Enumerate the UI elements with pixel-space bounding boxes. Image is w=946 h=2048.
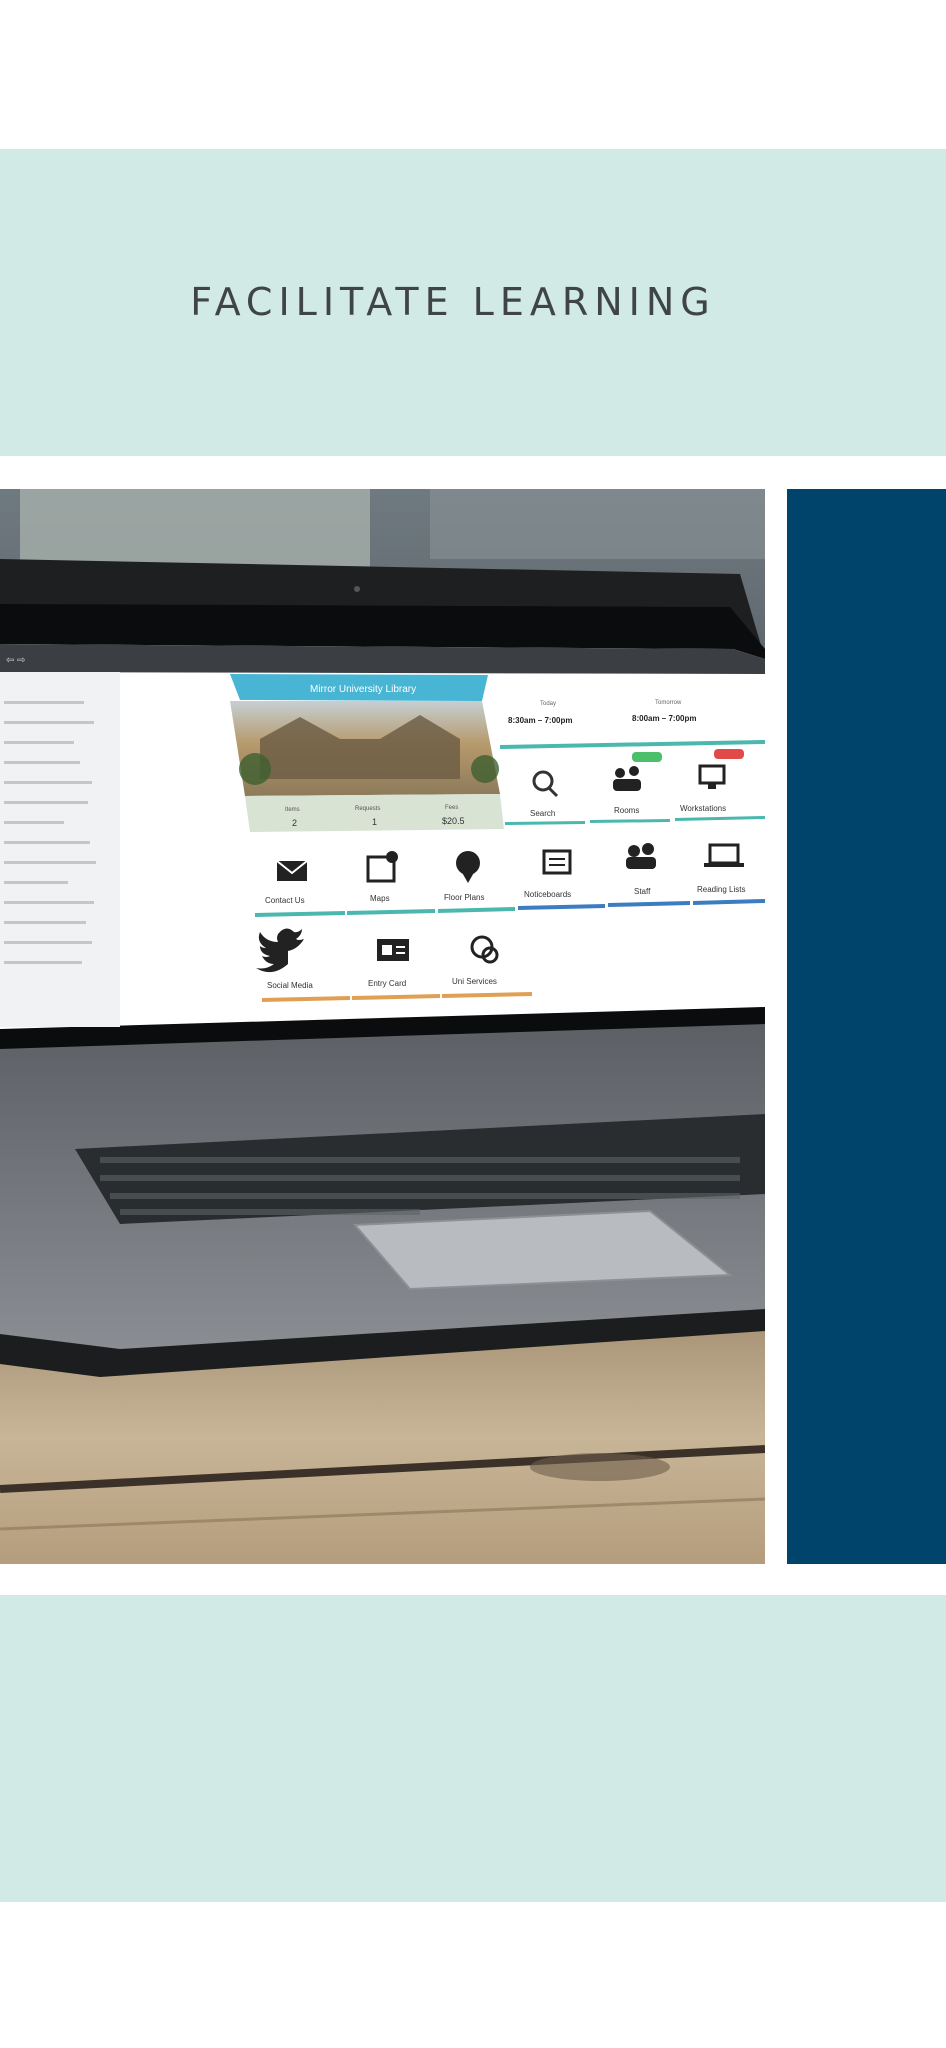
svg-text:Search: Search xyxy=(530,809,555,818)
svg-text:Contact Us: Contact Us xyxy=(265,896,305,905)
laptop-photo-illustration: ⇦ ⇨ Mirror University Library Items 2 Re… xyxy=(0,489,765,1564)
stat-items-value: 2 xyxy=(292,818,297,828)
svg-text:Floor Plans: Floor Plans xyxy=(444,893,484,902)
svg-text:Rooms: Rooms xyxy=(614,806,639,815)
svg-text:Staff: Staff xyxy=(634,887,651,896)
page: FACILITATE LEARNING ⇦ ⇨ Mirror Universit… xyxy=(0,0,946,2048)
stat-fees-value: $20.5 xyxy=(442,816,465,826)
hours-today-label: Today xyxy=(540,701,556,707)
headline: FACILITATE LEARNING xyxy=(190,280,716,324)
svg-text:Workstations: Workstations xyxy=(680,804,726,813)
laptop-photo: ⇦ ⇨ Mirror University Library Items 2 Re… xyxy=(0,489,765,1564)
svg-text:Social Media: Social Media xyxy=(267,981,313,990)
svg-text:Uni Services: Uni Services xyxy=(452,977,497,986)
stat-requests-value: 1 xyxy=(372,817,377,827)
blue-side-panel xyxy=(787,489,946,1564)
svg-text:Maps: Maps xyxy=(370,894,390,903)
svg-text:⇦ ⇨: ⇦ ⇨ xyxy=(6,655,26,666)
stat-items-label: Items xyxy=(285,807,300,813)
app-banner-title: Mirror University Library xyxy=(310,684,416,695)
stat-fees-label: Fees xyxy=(445,805,458,811)
svg-text:Noticeboards: Noticeboards xyxy=(524,890,571,899)
hours-today-value: 8:30am – 7:00pm xyxy=(508,716,572,725)
svg-text:Reading Lists: Reading Lists xyxy=(697,885,745,894)
hours-tomorrow-label: Tomorrow xyxy=(655,700,682,706)
stat-requests-label: Requests xyxy=(355,806,380,812)
bottom-banner xyxy=(0,1595,946,1902)
svg-text:Entry Card: Entry Card xyxy=(368,979,406,988)
hours-tomorrow-value: 8:00am – 7:00pm xyxy=(632,714,696,723)
